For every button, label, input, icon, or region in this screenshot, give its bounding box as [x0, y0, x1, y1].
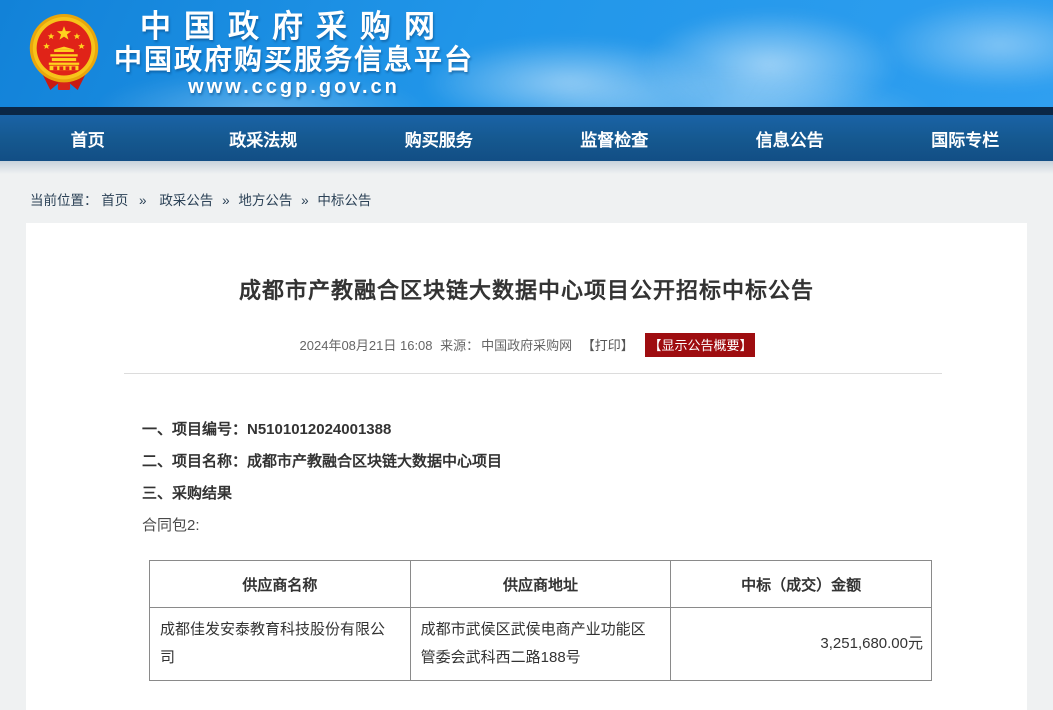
source-label: 来源： [440, 338, 479, 353]
nav-item-supervision[interactable]: 监督检查 [527, 115, 703, 161]
nav-item-international[interactable]: 国际专栏 [878, 115, 1053, 161]
nav-item-home[interactable]: 首页 [0, 115, 176, 161]
nav-item-regulations[interactable]: 政采法规 [176, 115, 352, 161]
procurement-result-line: 三、采购结果 [142, 484, 1027, 504]
publish-datetime: 2024年08月21日 16:08 [300, 338, 433, 353]
breadcrumb-item-award-notices[interactable]: 中标公告 [317, 193, 371, 208]
table-header-row: 供应商名称 供应商地址 中标（成交）金额 [150, 561, 932, 608]
site-logo[interactable]: 中国政府采购网 中国政府购买服务信息平台 www.ccgp.gov.cn [26, 10, 474, 99]
cell-award-amount: 3,251,680.00元 [671, 608, 932, 681]
show-summary-button[interactable]: 【显示公告概要】 [645, 333, 755, 357]
source-name: 中国政府采购网 [481, 338, 572, 353]
breadcrumb-item-procurement-notices[interactable]: 政采公告 [159, 193, 213, 208]
breadcrumb-item-local-notices[interactable]: 地方公告 [238, 193, 292, 208]
article-card: 成都市产教融合区块链大数据中心项目公开招标中标公告 2024年08月21日 16… [26, 223, 1027, 710]
national-emblem-icon [26, 11, 102, 99]
cell-supplier-name: 成都佳发安泰教育科技股份有限公司 [150, 608, 411, 681]
print-button[interactable]: 【打印】 [582, 338, 634, 353]
breadcrumb-item-home[interactable]: 首页 [101, 193, 128, 208]
header-supplier-address: 供应商地址 [410, 561, 671, 608]
project-name-line: 二、项目名称：成都市产教融合区块链大数据中心项目 [142, 452, 1027, 472]
breadcrumb-separator: » [139, 193, 147, 208]
breadcrumb-separator: » [222, 193, 230, 208]
table-row: 成都佳发安泰教育科技股份有限公司 成都市武侯区武侯电商产业功能区管委会武科西二路… [150, 608, 932, 681]
cell-supplier-address: 成都市武侯区武侯电商产业功能区管委会武科西二路188号 [410, 608, 671, 681]
site-name: 中国政府采购网 [114, 10, 474, 44]
nav-shadow [0, 161, 1053, 174]
nav-item-announcements[interactable]: 信息公告 [702, 115, 878, 161]
article-meta: 2024年08月21日 16:08 来源：中国政府采购网 【打印】 【显示公告概… [26, 333, 1027, 357]
contract-package-label: 合同包2: [142, 516, 1027, 536]
site-subtitle: 中国政府购买服务信息平台 [114, 44, 474, 75]
page-title: 成都市产教融合区块链大数据中心项目公开招标中标公告 [26, 273, 1027, 305]
header-award-amount: 中标（成交）金额 [671, 561, 932, 608]
article-body: 一、项目编号：N5101012024001388 二、项目名称：成都市产教融合区… [26, 374, 1027, 681]
header-supplier-name: 供应商名称 [150, 561, 411, 608]
nav-item-purchase-services[interactable]: 购买服务 [351, 115, 527, 161]
site-header: 中国政府采购网 中国政府购买服务信息平台 www.ccgp.gov.cn [0, 0, 1053, 107]
cloud-decoration [880, 0, 1053, 90]
award-result-table: 供应商名称 供应商地址 中标（成交）金额 成都佳发安泰教育科技股份有限公司 成都… [149, 560, 932, 681]
breadcrumb-label: 当前位置： [30, 193, 98, 208]
main-navigation: 首页 政采法规 购买服务 监督检查 信息公告 国际专栏 [0, 115, 1053, 161]
breadcrumb-separator: » [301, 193, 309, 208]
nav-top-strip [0, 107, 1053, 115]
project-number-line: 一、项目编号：N5101012024001388 [142, 420, 1027, 440]
breadcrumb: 当前位置： 首页 » 政采公告 » 地方公告 » 中标公告 [0, 174, 1053, 223]
site-url: www.ccgp.gov.cn [114, 75, 474, 99]
